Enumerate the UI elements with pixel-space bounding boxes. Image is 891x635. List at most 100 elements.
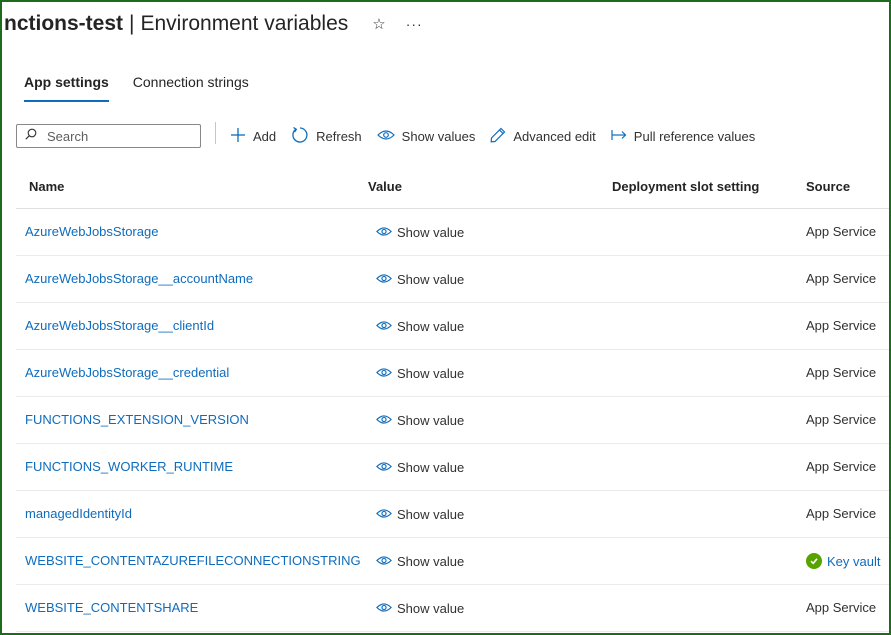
command-bar: Add Refresh Show values Advanced edit Pu… (16, 122, 770, 150)
source-label: App Service (806, 600, 877, 615)
setting-value-cell: Show value (368, 225, 612, 240)
source-cell: App Service (806, 599, 889, 617)
refresh-button[interactable]: Refresh (291, 126, 362, 147)
setting-value-cell: Show value (368, 366, 612, 381)
eye-icon (376, 601, 397, 616)
refresh-icon (291, 126, 316, 147)
more-horizontal-icon[interactable]: ··· (406, 16, 423, 32)
table-row[interactable]: WEBSITE_CONTENTSHARE Show value App Servic… (16, 585, 889, 632)
setting-name-cell: WEBSITE_CONTENTAZUREFILECONNECTIONSTRING (16, 552, 368, 570)
source-cell: App Service (806, 270, 889, 288)
refresh-label: Refresh (316, 128, 362, 144)
plus-icon (230, 127, 253, 146)
setting-name-link[interactable]: AzureWebJobsStorage__clientId (25, 318, 214, 333)
table-header: Name Value Deployment slot setting Sourc… (16, 164, 889, 209)
setting-name-link[interactable]: managedIdentityId (25, 506, 132, 521)
add-button[interactable]: Add (230, 127, 276, 146)
advanced-edit-label: Advanced edit (513, 128, 596, 144)
eye-icon (376, 225, 397, 240)
setting-name-link[interactable]: AzureWebJobsStorage (25, 224, 158, 239)
search-box[interactable] (16, 124, 201, 148)
show-value-button[interactable]: Show value (368, 507, 612, 522)
setting-name-link[interactable]: WEBSITE_CONTENTAZUREFILECONNECTIONSTRING (25, 553, 361, 568)
setting-value-cell: Show value (368, 272, 612, 287)
table-row[interactable]: WEBSITE_CONTENTAZUREFILECONNECTIONSTRING… (16, 538, 889, 585)
show-value-label: Show value (397, 506, 465, 522)
table-row[interactable]: FUNCTIONS_EXTENSION_VERSION Show value App… (16, 397, 889, 444)
star-outline-icon[interactable]: ☆ (372, 15, 385, 33)
show-value-button[interactable]: Show value (368, 460, 612, 475)
setting-value-cell: Show value (368, 460, 612, 475)
show-value-label: Show value (397, 459, 465, 475)
source-cell: Key vault (806, 553, 889, 569)
column-header-source[interactable]: Source (806, 179, 889, 194)
source-label: App Service (806, 506, 877, 521)
table-body: AzureWebJobsStorage Show value App Service… (16, 209, 889, 632)
column-header-name[interactable]: Name (16, 179, 368, 194)
eye-icon (376, 507, 397, 522)
source-label: App Service (806, 365, 877, 380)
show-value-button[interactable]: Show value (368, 225, 612, 240)
column-header-deployment-slot[interactable]: Deployment slot setting (612, 179, 806, 194)
tab-bar: App settings Connection strings (24, 72, 273, 102)
source-label: Key vault (827, 553, 881, 569)
advanced-edit-button[interactable]: Advanced edit (490, 127, 596, 146)
eye-icon (376, 554, 397, 569)
show-value-button[interactable]: Show value (368, 272, 612, 287)
setting-name-link[interactable]: FUNCTIONS_EXTENSION_VERSION (25, 412, 249, 427)
show-value-button[interactable]: Show value (368, 601, 612, 616)
show-values-button[interactable]: Show values (376, 129, 475, 144)
table-row[interactable]: AzureWebJobsStorage Show value App Service (16, 209, 889, 256)
eye-icon (376, 460, 397, 475)
show-value-label: Show value (397, 365, 465, 381)
table-row[interactable]: AzureWebJobsStorage__credential Show valu… (16, 350, 889, 397)
source-cell: App Service (806, 505, 889, 523)
source-label: App Service (806, 412, 877, 427)
source-label: App Service (806, 224, 877, 239)
tab-app-settings[interactable]: App settings (24, 72, 109, 102)
show-value-label: Show value (397, 224, 465, 240)
tab-connection-strings[interactable]: Connection strings (133, 72, 249, 100)
title-separator: | (129, 12, 135, 35)
eye-icon (376, 366, 397, 381)
show-value-button[interactable]: Show value (368, 554, 612, 569)
page-header: nctions-test | Environment variables ☆ ·… (4, 8, 423, 40)
setting-name-cell: FUNCTIONS_WORKER_RUNTIME (16, 458, 368, 476)
table-row[interactable]: managedIdentityId Show value App Service (16, 491, 889, 538)
pull-reference-values-button[interactable]: Pull reference values (611, 129, 755, 144)
resource-name: nctions-test (4, 12, 124, 35)
setting-name-cell: FUNCTIONS_EXTENSION_VERSION (16, 411, 368, 429)
setting-name-link[interactable]: FUNCTIONS_WORKER_RUNTIME (25, 459, 233, 474)
setting-value-cell: Show value (368, 507, 612, 522)
table-row[interactable]: AzureWebJobsStorage__accountName Show val… (16, 256, 889, 303)
show-value-label: Show value (397, 412, 465, 428)
setting-value-cell: Show value (368, 319, 612, 334)
show-value-button[interactable]: Show value (368, 413, 612, 428)
pull-reference-values-label: Pull reference values (633, 128, 756, 144)
source-label: App Service (806, 318, 877, 333)
show-value-label: Show value (397, 271, 465, 287)
toolbar-divider (215, 122, 216, 144)
table-row[interactable]: FUNCTIONS_WORKER_RUNTIME Show value App Se… (16, 444, 889, 491)
eye-icon (376, 319, 397, 334)
table-row[interactable]: AzureWebJobsStorage__clientId Show value A… (16, 303, 889, 350)
setting-value-cell: Show value (368, 554, 612, 569)
key-vault-source-link[interactable]: Key vault (806, 553, 889, 569)
setting-name-cell: WEBSITE_CONTENTSHARE (16, 599, 368, 617)
search-input[interactable] (47, 128, 187, 144)
add-label: Add (253, 128, 277, 144)
show-value-button[interactable]: Show value (368, 366, 612, 381)
setting-name-cell: managedIdentityId (16, 505, 368, 523)
source-label: App Service (806, 271, 877, 286)
source-cell: App Service (806, 458, 889, 476)
column-header-value[interactable]: Value (368, 179, 612, 194)
source-cell: App Service (806, 223, 889, 241)
search-icon (25, 127, 37, 145)
setting-name-link[interactable]: AzureWebJobsStorage__accountName (25, 271, 253, 286)
page-title: nctions-test (4, 12, 123, 36)
show-value-button[interactable]: Show value (368, 319, 612, 334)
source-label: App Service (806, 459, 877, 474)
setting-name-link[interactable]: AzureWebJobsStorage__credential (25, 365, 229, 380)
setting-name-cell: AzureWebJobsStorage (16, 223, 368, 241)
setting-name-link[interactable]: WEBSITE_CONTENTSHARE (25, 600, 198, 615)
